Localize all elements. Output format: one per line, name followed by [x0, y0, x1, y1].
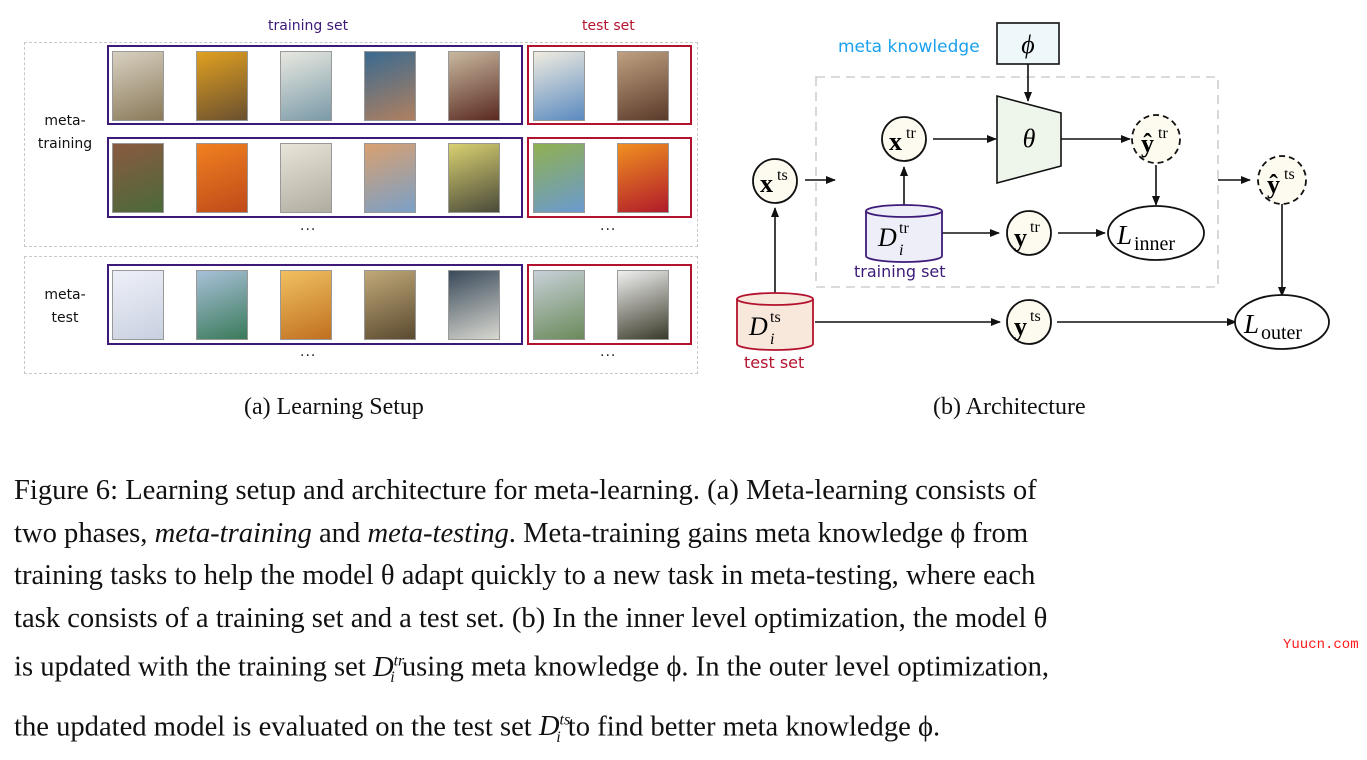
L-inner-base: L: [1116, 220, 1132, 250]
node-L-outer: L outer: [1234, 294, 1330, 350]
yhat-ts-sup: ts: [1284, 166, 1295, 183]
phi-symbol: ϕ: [1021, 30, 1034, 59]
L-outer-base: L: [1243, 309, 1259, 339]
caption-text: Learning setup and architecture for meta…: [125, 475, 1037, 506]
caption-italic-meta-testing: meta-testing: [367, 517, 509, 549]
D-ts-base: D: [748, 312, 768, 341]
yhat-ts-base: ŷ: [1267, 170, 1280, 199]
node-x-tr: x tr: [881, 116, 927, 162]
caption-line-4: task consists of a training set and a te…: [14, 602, 1048, 634]
L-inner-sub: inner: [1134, 233, 1175, 255]
caption-line-2: two phases, meta-training and meta-testi…: [14, 513, 1354, 556]
figure-label: Figure 6:: [14, 475, 119, 506]
yhat-tr-sup: tr: [1158, 125, 1168, 142]
figure-caption: Figure 6: Learning setup and architectur…: [14, 470, 1354, 760]
y-ts-sup: ts: [1030, 308, 1041, 325]
x-tr-base: x: [889, 127, 902, 156]
L-outer-sub: outer: [1261, 322, 1302, 344]
x-tr-sup: tr: [906, 125, 916, 142]
D-ts-sup: ts: [770, 309, 781, 326]
node-yhat-ts: ŷ ts: [1257, 155, 1307, 205]
dataset-D-ts-cylinder: D ts i: [736, 292, 814, 351]
D-tr-base: D: [877, 223, 897, 252]
yhat-tr-base: ŷ: [1141, 129, 1154, 158]
caption-text: the updated model is evaluated on the te…: [14, 711, 539, 743]
x-ts-sup: ts: [777, 167, 788, 184]
arrows: [771, 64, 1286, 326]
caption-line-1: Figure 6: Learning setup and architectur…: [14, 470, 1354, 513]
node-y-tr: y tr: [1006, 210, 1052, 256]
caption-text: is updated with the training set: [14, 651, 373, 683]
caption-line-3: training tasks to help the model θ adapt…: [14, 560, 1036, 591]
x-ts-base: x: [760, 169, 773, 198]
y-tr-sup: tr: [1030, 219, 1040, 236]
D-ts-sub: i: [770, 331, 774, 348]
panel-b-architecture-diagram: meta knowledge ϕ θ x ts x tr ŷ tr ŷ ts y…: [736, 22, 1330, 372]
node-yhat-tr: ŷ tr: [1131, 114, 1181, 164]
D-ts-test-set-label: test set: [744, 353, 804, 372]
caption-italic-meta-training: meta-training: [154, 517, 312, 549]
dataset-D-tr-cylinder: D tr i: [865, 204, 943, 263]
watermark: Yuucn.com: [1283, 637, 1359, 653]
y-tr-base: y: [1014, 223, 1027, 252]
subcaption-b: (b) Architecture: [933, 394, 1086, 420]
node-y-ts: y ts: [1006, 299, 1052, 345]
theta-symbol: θ: [1023, 124, 1036, 153]
y-ts-base: y: [1014, 312, 1027, 341]
math-D-ts: Dtsi: [539, 711, 570, 746]
D-tr-training-set-label: training set: [854, 262, 946, 281]
D-tr-sup: tr: [899, 220, 909, 237]
caption-text: and: [311, 517, 368, 549]
meta-knowledge-label: meta knowledge: [838, 37, 980, 57]
caption-text: . Meta-training gains meta knowledge ϕ f…: [508, 517, 1029, 549]
math-D-tr: Dtri: [373, 652, 404, 687]
node-x-ts: x ts: [752, 158, 798, 204]
node-L-inner: L inner: [1107, 205, 1205, 261]
caption-text: two phases,: [14, 517, 155, 549]
caption-text: using meta knowledge ϕ. In the outer lev…: [394, 651, 1050, 683]
D-tr-sub: i: [899, 242, 903, 259]
caption-text: to find better meta knowledge ϕ.: [560, 711, 941, 743]
caption-line-5: is updated with the training set Dtri us…: [14, 640, 1354, 700]
